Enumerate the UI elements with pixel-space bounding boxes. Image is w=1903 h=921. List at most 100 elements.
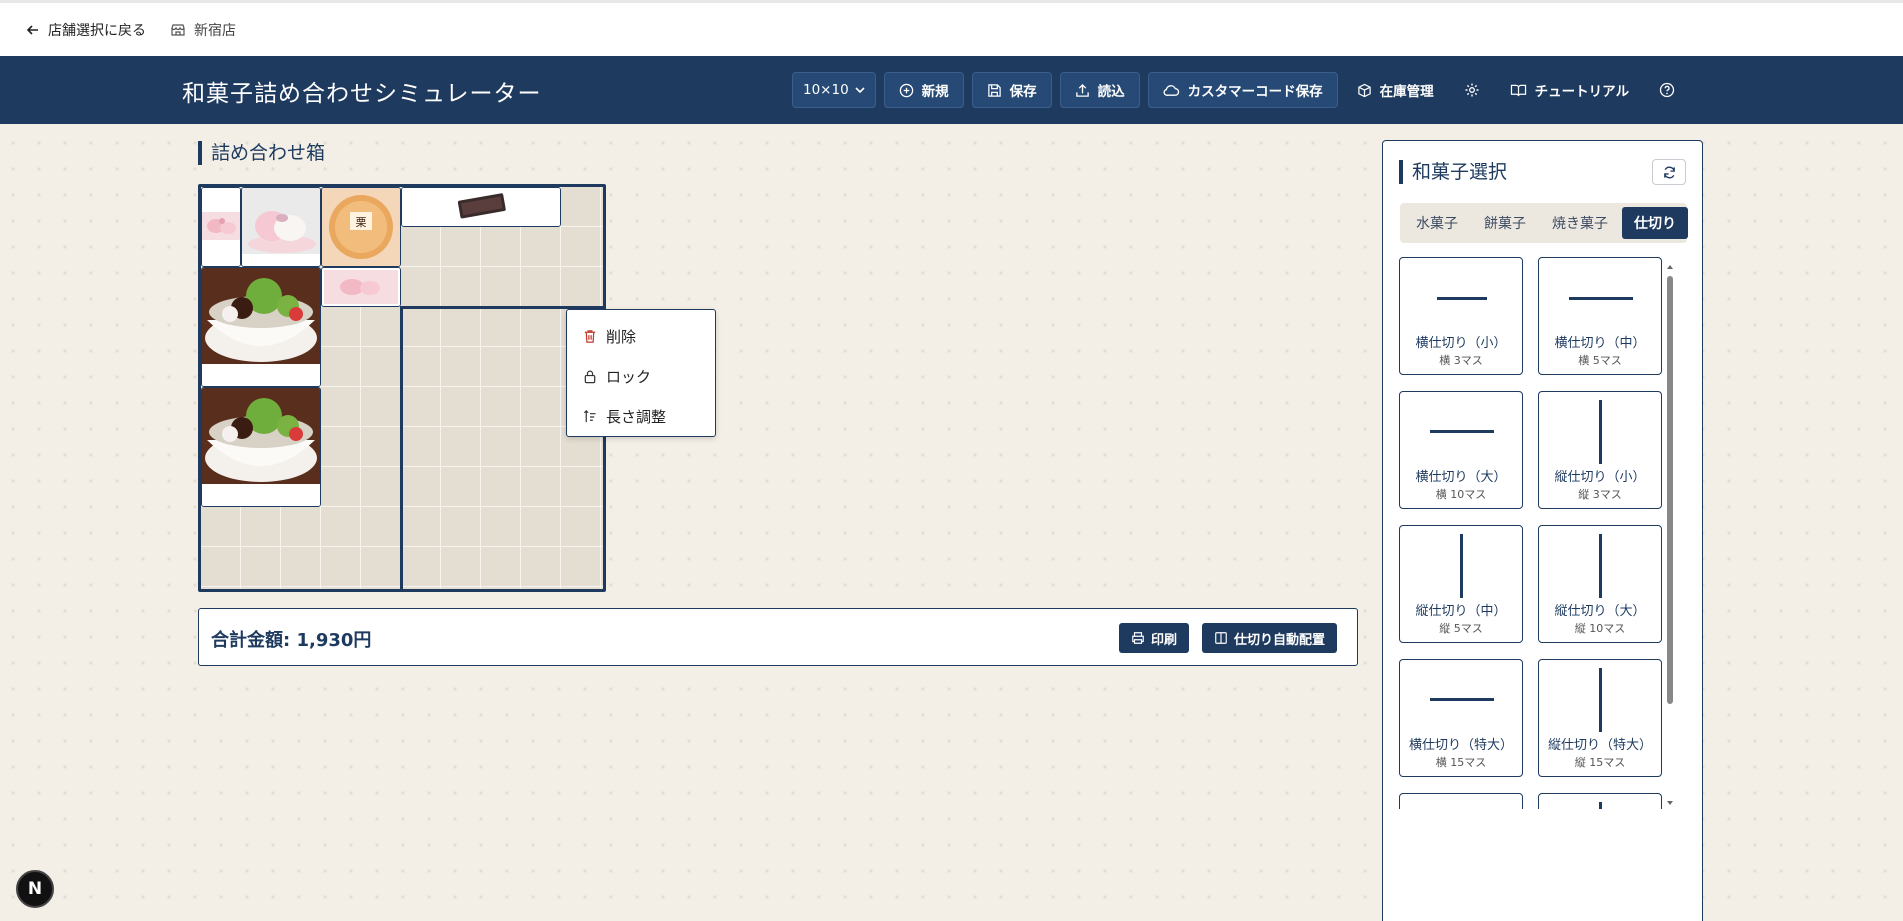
app-title: 和菓子詰め合わせシミュレーター	[182, 81, 542, 107]
context-lock[interactable]: ロック	[567, 356, 715, 396]
vertical-divider-preview	[1599, 802, 1602, 809]
sweets-selection-panel: 和菓子選択 水菓子 餅菓子 焼き菓子 仕切り 横仕切り（小） 横 3マス 横仕切…	[1382, 140, 1703, 921]
divider-card[interactable]: 縦仕切り（中） 縦 5マス	[1399, 525, 1523, 643]
placed-sweet-pink-small-2[interactable]	[321, 267, 401, 307]
book-open-icon	[1510, 83, 1527, 98]
card-size: 縦 15マス	[1574, 756, 1626, 769]
placed-sweet-yokan[interactable]	[401, 187, 561, 227]
lock-icon	[583, 369, 597, 384]
card-name: 横仕切り（特大）	[1408, 738, 1513, 753]
divider-card[interactable]: 横仕切り（特大） 横 15マス	[1399, 659, 1523, 777]
arrow-left-icon	[26, 23, 40, 37]
save-button[interactable]: 保存	[971, 72, 1052, 108]
card-name: 縦仕切り（中）	[1415, 604, 1507, 619]
card-size: 縦 5マス	[1439, 622, 1483, 635]
print-label: 印刷	[1151, 632, 1178, 648]
scrollbar-thumb[interactable]	[1667, 276, 1673, 704]
customer-code-save-button[interactable]: カスタマーコード保存	[1147, 72, 1338, 108]
refresh-button[interactable]	[1652, 159, 1686, 185]
n-badge-icon[interactable]: N	[16, 870, 54, 908]
divider-card[interactable]: 縦仕切り（特大） 縦 15マス	[1538, 659, 1662, 777]
load-label: 読込	[1097, 84, 1125, 100]
context-delete-label: 削除	[606, 327, 637, 346]
card-size: 横 3マス	[1439, 354, 1483, 367]
card-size: 縦 3マス	[1578, 488, 1622, 501]
placed-sweet-pink-small[interactable]	[201, 187, 241, 267]
scroll-up-arrow-icon[interactable]	[1665, 262, 1675, 272]
adjust-length-icon	[583, 409, 597, 424]
trash-icon	[583, 329, 597, 344]
tab-mochigashi[interactable]: 餅菓子	[1472, 207, 1538, 239]
divider-card-grid: 横仕切り（小） 横 3マス 横仕切り（中） 横 5マス 横仕切り（大） 横 10…	[1399, 257, 1669, 809]
placed-sweet-chestnut-manju[interactable]: 栗	[321, 187, 401, 267]
card-size: 横 15マス	[1435, 756, 1487, 769]
horizontal-divider-preview	[1430, 698, 1494, 701]
sweet-image	[202, 268, 320, 386]
divider-context-menu: 削除 ロック 長さ調整	[566, 309, 716, 437]
panel-scrollbar[interactable]	[1665, 262, 1675, 810]
box-section-title: 詰め合わせ箱	[198, 141, 325, 165]
vertical-divider-preview	[1460, 534, 1463, 598]
refresh-icon	[1662, 165, 1677, 180]
card-name: 横仕切り（中）	[1554, 336, 1646, 351]
tab-yakigashi[interactable]: 焼き菓子	[1540, 207, 1620, 239]
card-name: 横仕切り（小）	[1415, 336, 1507, 351]
divider-card[interactable]: 縦仕切り（大） 縦 10マス	[1538, 525, 1662, 643]
load-button[interactable]: 読込	[1059, 72, 1140, 108]
auto-divider-label: 仕切り自動配置	[1234, 632, 1326, 648]
printer-icon	[1131, 631, 1145, 645]
placed-sweet-anmitsu[interactable]	[201, 267, 321, 387]
tutorial-button[interactable]: チュートリアル	[1499, 72, 1641, 108]
divider-card[interactable]: 横仕切り（大） 横 10マス	[1399, 391, 1523, 509]
card-size: 縦 10マス	[1574, 622, 1626, 635]
context-adjust-length-label: 長さ調整	[606, 407, 667, 426]
card-name: 縦仕切り（特大）	[1547, 738, 1652, 753]
upload-icon	[1075, 83, 1090, 98]
scroll-down-arrow-icon[interactable]	[1665, 798, 1675, 808]
save-label: 保存	[1009, 84, 1037, 100]
auto-divider-button[interactable]: 仕切り自動配置	[1202, 623, 1338, 653]
inventory-button[interactable]: 在庫管理	[1346, 72, 1445, 108]
top-bar: 店舗選択に戻る 新宿店	[0, 0, 1903, 56]
vertical-divider[interactable]	[400, 306, 403, 589]
assortment-box[interactable]: 栗	[198, 184, 606, 592]
sweet-image	[322, 268, 400, 306]
category-tabs: 水菓子 餅菓子 焼き菓子 仕切り	[1400, 203, 1688, 243]
new-button[interactable]: 新規	[883, 72, 964, 108]
back-to-store-select-link[interactable]: 店舗選択に戻る	[26, 20, 146, 40]
card-name: 横仕切り（大）	[1415, 470, 1507, 485]
sweet-image	[402, 188, 560, 226]
panel-title: 和菓子選択	[1399, 160, 1507, 184]
placed-sweet-anmitsu-2[interactable]	[201, 387, 321, 507]
store-name: 新宿店	[194, 22, 236, 39]
sweet-image	[242, 188, 320, 266]
cloud-icon	[1163, 83, 1180, 98]
divider-card[interactable]	[1399, 793, 1523, 809]
tab-dividers[interactable]: 仕切り	[1622, 207, 1688, 239]
save-icon	[987, 83, 1002, 98]
divider-card[interactable]: 横仕切り（中） 横 5マス	[1538, 257, 1662, 375]
divider-card[interactable]	[1538, 793, 1662, 809]
grid-size-select[interactable]: 10×10	[792, 72, 876, 108]
current-store: 新宿店	[170, 20, 236, 40]
store-icon	[170, 22, 186, 38]
divider-card[interactable]: 縦仕切り（小） 縦 3マス	[1538, 391, 1662, 509]
total-bar: 合計金額: 1,930円 印刷 仕切り自動配置	[198, 608, 1358, 666]
card-name: 縦仕切り（小）	[1554, 470, 1646, 485]
help-button[interactable]	[1648, 72, 1686, 108]
plus-circle-icon	[899, 83, 914, 98]
horizontal-divider-preview	[1437, 297, 1487, 300]
settings-button[interactable]	[1453, 72, 1491, 108]
columns-icon	[1214, 631, 1228, 645]
context-delete[interactable]: 削除	[567, 316, 715, 356]
gear-icon	[1464, 82, 1480, 98]
placed-sweet-mochi[interactable]	[241, 187, 321, 267]
context-adjust-length[interactable]: 長さ調整	[567, 396, 715, 436]
divider-card[interactable]: 横仕切り（小） 横 3マス	[1399, 257, 1523, 375]
vertical-divider-preview	[1599, 400, 1602, 464]
tutorial-label: チュートリアル	[1534, 84, 1630, 100]
tab-mizugashi[interactable]: 水菓子	[1404, 207, 1470, 239]
print-button[interactable]: 印刷	[1119, 623, 1190, 653]
inventory-label: 在庫管理	[1379, 84, 1434, 100]
horizontal-divider-preview	[1569, 297, 1633, 300]
